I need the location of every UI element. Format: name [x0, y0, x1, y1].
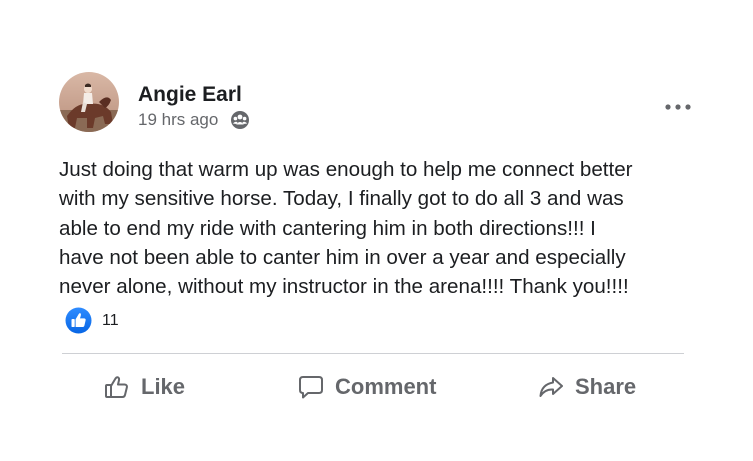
post-body-line: able to end my ride with cantering him i…	[59, 216, 596, 240]
post-body-line: Just doing that warm up was enough to he…	[59, 158, 633, 181]
like-button[interactable]: Like	[104, 362, 185, 412]
post-card: Angie Earl 19 hrs ago Just doing that wa…	[0, 0, 753, 461]
more-options-button[interactable]	[660, 94, 696, 120]
like-icon	[65, 307, 92, 334]
comment-label: Comment	[335, 374, 437, 399]
share-label: Share	[575, 374, 637, 399]
like-label: Like	[141, 374, 186, 399]
friends-icon[interactable]	[230, 110, 250, 130]
avatar[interactable]	[59, 72, 119, 132]
avatar-photo	[59, 72, 119, 132]
post-body: Just doing that warm up was enough to he…	[59, 155, 699, 301]
reaction-summary[interactable]: 11	[65, 307, 119, 334]
reaction-count: 11	[102, 311, 119, 329]
share-button[interactable]: Share	[538, 362, 636, 412]
post-timestamp[interactable]: 19 hrs ago	[138, 110, 218, 130]
post-body-line: never alone, without my instructor in th…	[59, 275, 629, 299]
action-bar: Like Comment Share	[62, 362, 684, 412]
comment-icon	[298, 374, 324, 400]
divider	[62, 353, 684, 354]
thumbs-up-icon	[104, 374, 130, 400]
comment-button[interactable]: Comment	[298, 362, 436, 412]
post-meta: 19 hrs ago	[138, 110, 250, 130]
share-icon	[538, 374, 564, 400]
author-name[interactable]: Angie Earl	[138, 83, 242, 107]
post-body-line: have not been able to canter him in over…	[59, 245, 626, 269]
more-icon	[665, 104, 691, 110]
post-body-line: with my sensitive horse. Today, I finall…	[59, 187, 624, 211]
